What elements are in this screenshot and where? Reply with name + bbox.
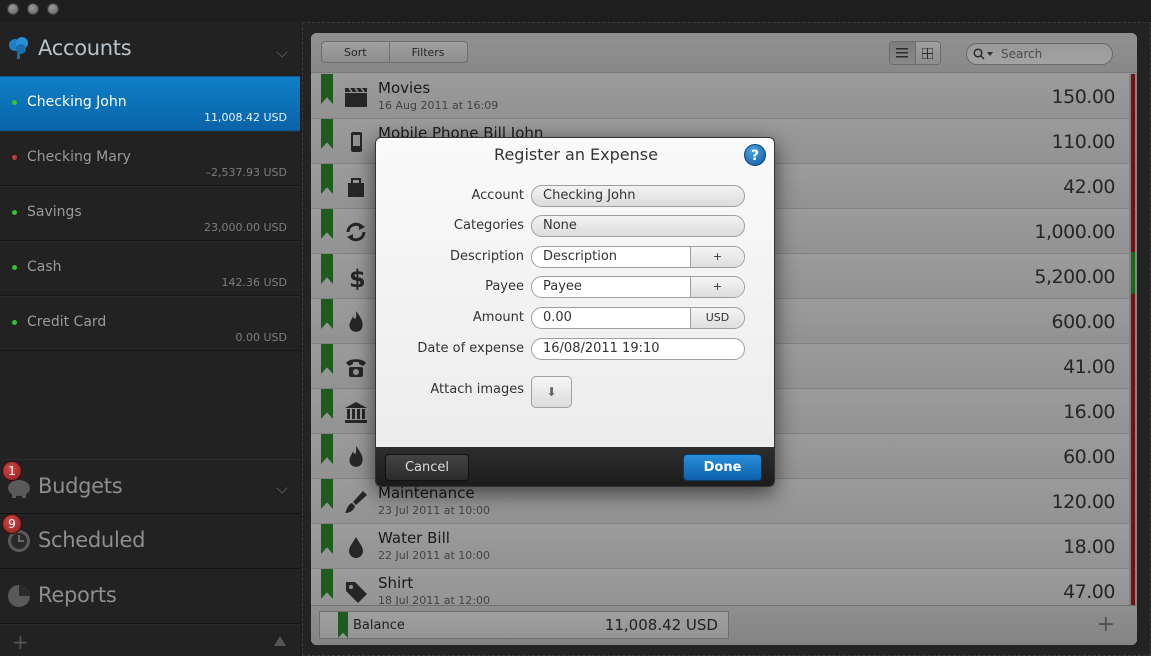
scheduled-title: Scheduled — [38, 528, 146, 552]
account-balance: 11,008.42 USD — [204, 111, 287, 124]
attach-label: Attach images — [430, 382, 524, 397]
account-balance: –2,537.93 USD — [205, 166, 288, 179]
payee-placeholder: Payee — [543, 279, 582, 294]
status-dot — [12, 210, 17, 215]
close-window-button[interactable] — [7, 3, 19, 15]
status-dot — [12, 320, 17, 325]
add-description-button[interactable]: + — [690, 247, 744, 267]
account-name: Credit Card — [27, 314, 107, 330]
triangle-up-icon[interactable] — [274, 636, 286, 646]
status-dot — [12, 155, 17, 160]
done-button[interactable]: Done — [683, 454, 762, 481]
budgets-title: Budgets — [38, 474, 123, 498]
account-item-checking-mary[interactable]: Checking Mary –2,537.93 USD — [0, 131, 300, 186]
chevron-down-icon[interactable] — [276, 46, 288, 58]
chevron-down-icon[interactable] — [276, 482, 288, 494]
account-item-credit-card[interactable]: Credit Card 0.00 USD — [0, 296, 300, 351]
scheduled-badge: 9 — [2, 514, 22, 534]
attach-images-button[interactable]: ⬇ — [531, 376, 572, 408]
account-name: Cash — [27, 259, 62, 275]
payee-label: Payee — [485, 279, 524, 294]
dialog-body: Register an Expense ? Account Checking J… — [376, 138, 774, 447]
date-field[interactable]: 16/08/2011 19:10 — [531, 338, 745, 360]
amount-label: Amount — [472, 310, 524, 325]
account-item-cash[interactable]: Cash 142.36 USD — [0, 241, 300, 296]
description-field[interactable]: Description + — [531, 246, 745, 268]
add-account-icon[interactable]: + — [12, 630, 29, 654]
budgets-section-header[interactable]: 1 Budgets — [0, 459, 300, 514]
scheduled-section-header[interactable]: 9 Scheduled — [0, 514, 300, 569]
date-label: Date of expense — [417, 341, 524, 356]
account-balance: 23,000.00 USD — [204, 221, 287, 234]
account-item-checking-john[interactable]: Checking John 11,008.42 USD — [0, 76, 300, 131]
sidebar-footer: + — [0, 624, 300, 656]
account-balance: 0.00 USD — [235, 331, 288, 344]
pie-chart-icon — [8, 585, 30, 607]
description-placeholder: Description — [543, 249, 618, 264]
accounts-section-header[interactable]: Accounts — [0, 22, 300, 77]
description-label: Description — [449, 249, 524, 264]
account-select[interactable]: Checking John — [531, 185, 745, 207]
cancel-button[interactable]: Cancel — [385, 454, 469, 481]
account-name: Checking Mary — [27, 149, 131, 165]
payee-field[interactable]: Payee + — [531, 276, 745, 298]
accounts-title: Accounts — [38, 36, 132, 60]
categories-select[interactable]: None — [531, 215, 745, 237]
register-expense-dialog: Register an Expense ? Account Checking J… — [375, 137, 775, 487]
tree-icon — [9, 37, 28, 59]
app-window: Accounts Checking John 11,008.42 USD Che… — [0, 0, 1151, 656]
amount-field[interactable]: 0.00 USD — [531, 307, 745, 329]
account-balance: 142.36 USD — [221, 276, 288, 289]
account-item-savings[interactable]: Savings 23,000.00 USD — [0, 186, 300, 241]
dialog-title: Register an Expense — [494, 145, 658, 164]
account-name: Checking John — [27, 94, 127, 110]
add-payee-button[interactable]: + — [690, 277, 744, 297]
account-name: Savings — [27, 204, 82, 220]
status-dot — [12, 100, 17, 105]
minimize-window-button[interactable] — [27, 3, 39, 15]
account-label: Account — [471, 188, 525, 203]
help-button[interactable]: ? — [744, 144, 766, 166]
zoom-window-button[interactable] — [47, 3, 59, 15]
budgets-badge: 1 — [2, 461, 22, 481]
categories-label: Categories — [453, 218, 524, 233]
currency-button[interactable]: USD — [690, 308, 744, 328]
reports-title: Reports — [38, 583, 117, 607]
sidebar: Accounts Checking John 11,008.42 USD Che… — [0, 22, 300, 656]
window-controls — [7, 3, 59, 15]
amount-value: 0.00 — [543, 310, 572, 325]
reports-section-header[interactable]: Reports — [0, 569, 300, 624]
download-arrow-icon: ⬇ — [546, 385, 557, 399]
status-dot — [12, 265, 17, 270]
dialog-footer: Cancel Done — [376, 447, 774, 486]
